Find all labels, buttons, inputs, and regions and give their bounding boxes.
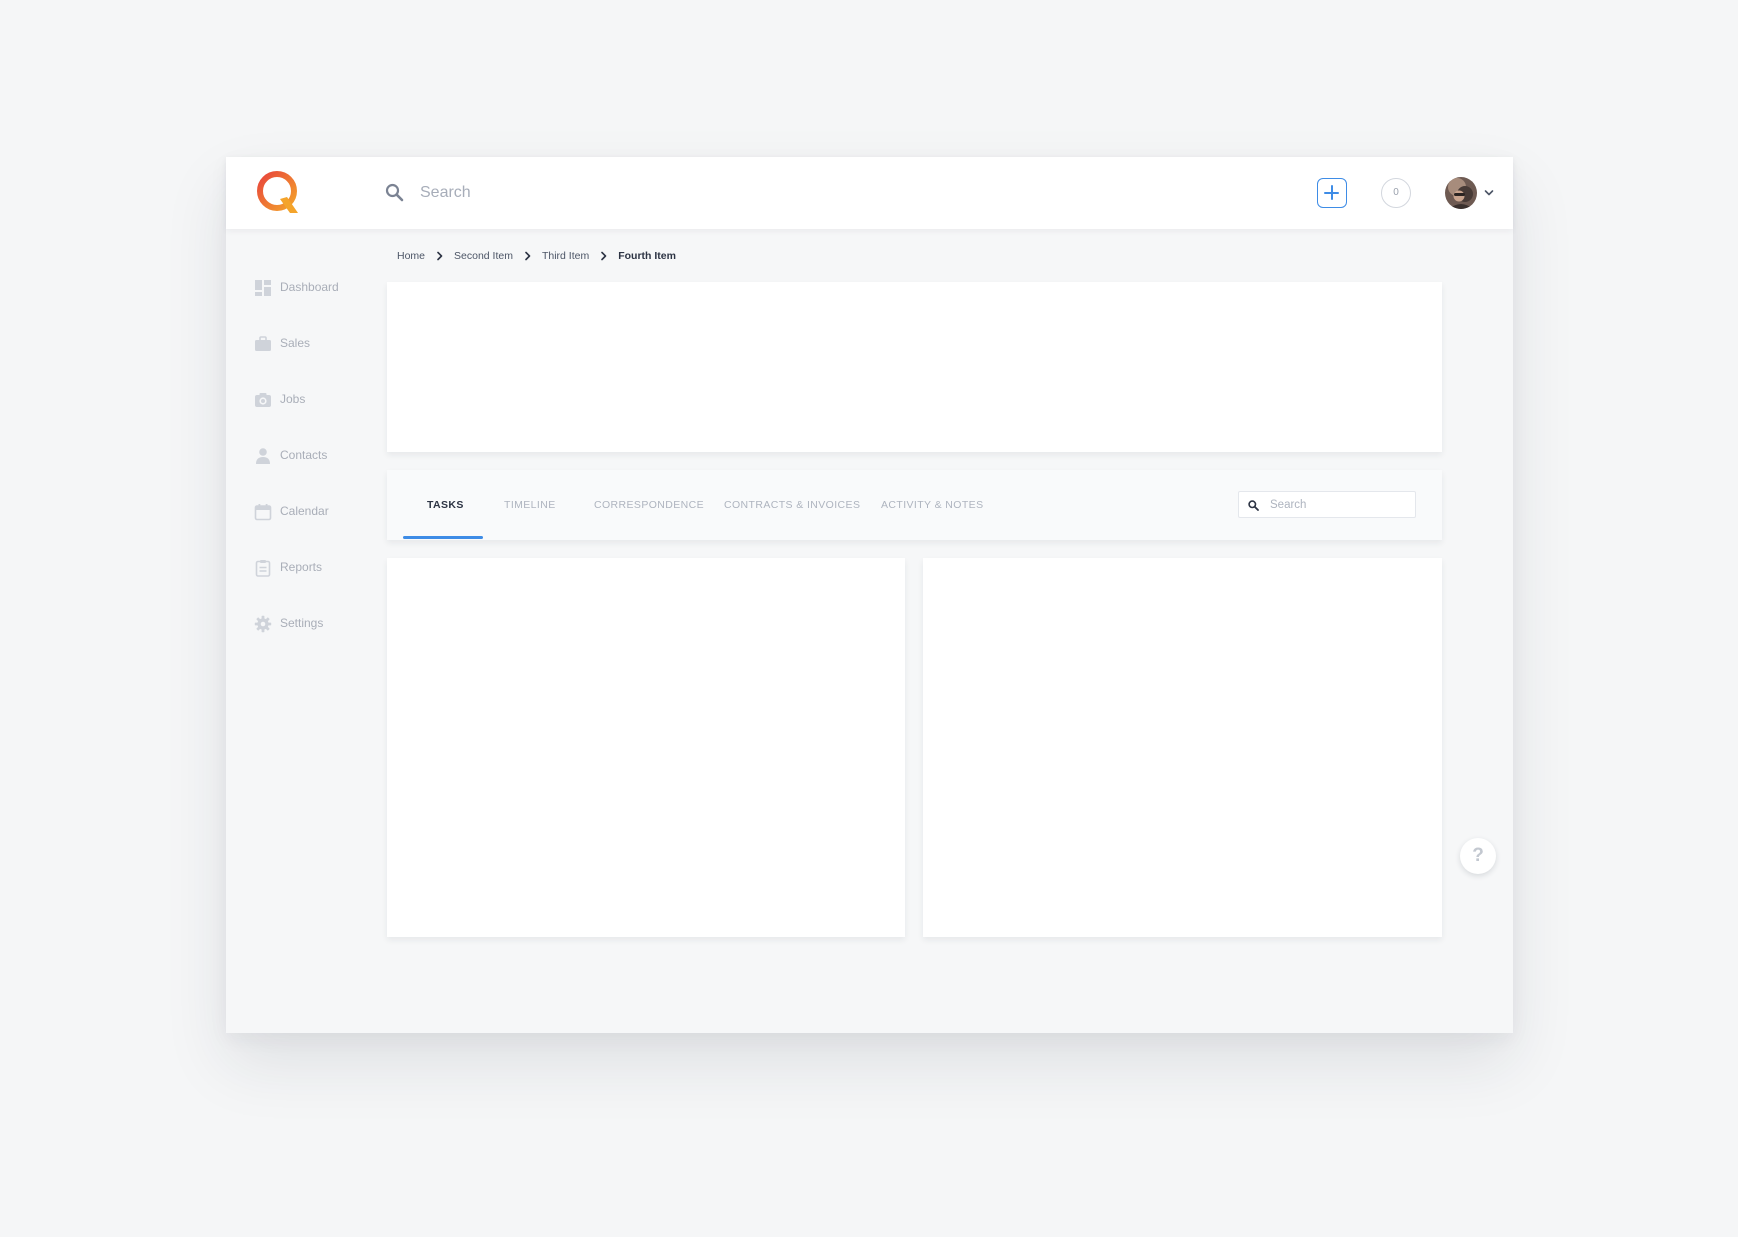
active-tab-indicator [403, 536, 483, 539]
breadcrumb: Home Second Item Third Item Fourth Item [397, 248, 676, 264]
chevron-down-icon[interactable] [1484, 189, 1494, 197]
sidebar-item-reports[interactable]: Reports [254, 556, 374, 580]
app-window: 0 Dashboard [226, 157, 1513, 1033]
breadcrumb-item-third[interactable]: Third Item [542, 250, 589, 262]
q-logo[interactable] [254, 169, 302, 217]
top-bar: 0 [226, 157, 1513, 229]
sidebar-item-calendar[interactable]: Calendar [254, 500, 374, 524]
tab-contracts-invoices[interactable]: CONTRACTS & INVOICES [724, 499, 860, 511]
sidebar-item-settings[interactable]: Settings [254, 612, 374, 636]
tab-tasks[interactable]: TASKS [427, 499, 464, 511]
global-search-input[interactable] [420, 177, 980, 209]
content-panel-left [387, 558, 905, 937]
calendar-icon [254, 504, 272, 521]
sidebar-item-label: Contacts [280, 448, 328, 462]
chevron-right-icon [601, 251, 607, 261]
sidebar-item-label: Dashboard [280, 280, 339, 294]
tab-correspondence[interactable]: CORRESPONDENCE [594, 499, 704, 511]
gear-icon [254, 615, 272, 633]
breadcrumb-item-current: Fourth Item [618, 250, 676, 262]
avatar-image [1445, 177, 1477, 209]
sidebar-item-label: Settings [280, 616, 324, 630]
content-panel-right [923, 558, 1442, 937]
tab-timeline[interactable]: TIMELINE [504, 499, 556, 511]
sidebar-item-label: Calendar [280, 504, 329, 518]
search-icon [385, 183, 404, 202]
sidebar-item-jobs[interactable]: Jobs [254, 388, 374, 412]
search-icon [1248, 500, 1259, 511]
breadcrumb-item-home[interactable]: Home [397, 250, 425, 262]
chevron-right-icon [437, 251, 443, 261]
tab-search-field[interactable] [1238, 491, 1416, 518]
sidebar-item-label: Sales [280, 336, 311, 350]
sidebar-item-label: Jobs [280, 392, 306, 406]
tab-activity-notes[interactable]: ACTIVITY & NOTES [881, 499, 983, 511]
breadcrumb-item-second[interactable]: Second Item [454, 250, 513, 262]
sidebar-item-contacts[interactable]: Contacts [254, 444, 374, 468]
camera-icon [255, 393, 271, 407]
add-button[interactable] [1317, 178, 1347, 208]
dashboard-icon [255, 280, 271, 296]
user-avatar[interactable] [1445, 177, 1477, 209]
tabs-bar: TASKS TIMELINE CORRESPONDENCE CONTRACTS … [387, 470, 1442, 540]
help-button[interactable]: ? [1460, 838, 1496, 874]
sidebar-item-dashboard[interactable]: Dashboard [254, 276, 374, 300]
briefcase-icon [255, 336, 271, 351]
person-icon [256, 448, 270, 464]
notification-count-badge[interactable]: 0 [1381, 178, 1411, 208]
sidebar-item-label: Reports [280, 560, 323, 574]
sidebar-item-sales[interactable]: Sales [254, 332, 374, 356]
tab-search-input[interactable] [1270, 495, 1410, 515]
chevron-right-icon [525, 251, 531, 261]
clipboard-icon [255, 560, 271, 577]
header-card [387, 282, 1442, 452]
